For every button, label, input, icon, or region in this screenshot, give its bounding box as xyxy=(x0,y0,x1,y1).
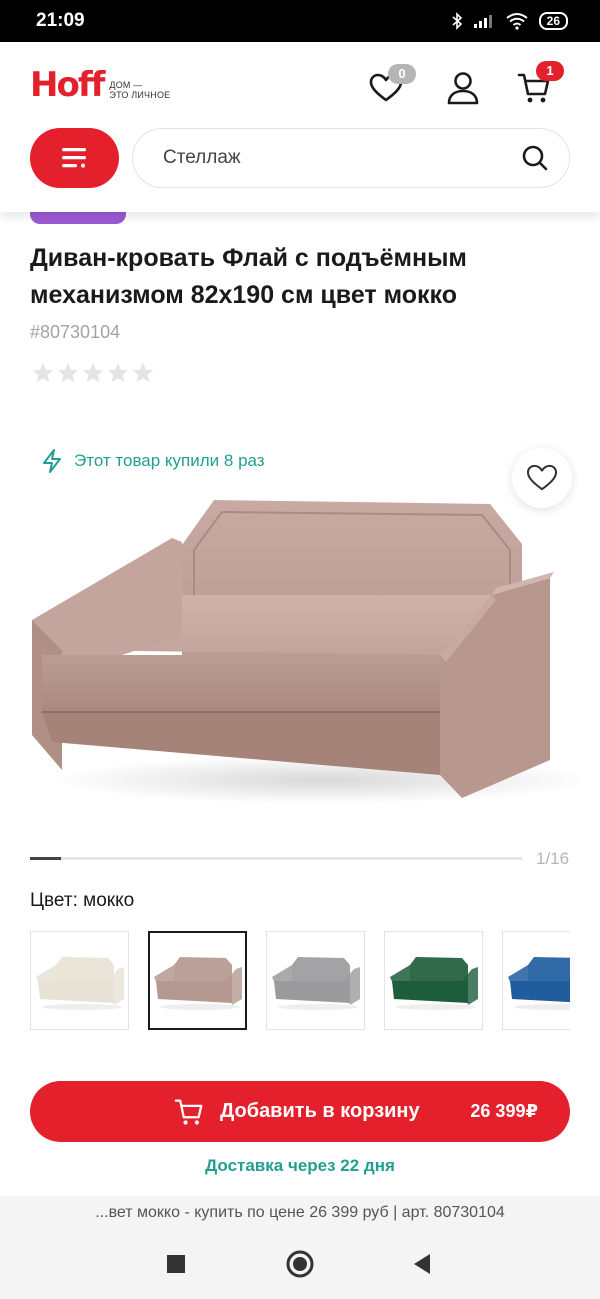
product-price: 26 399₽ xyxy=(470,1101,538,1121)
recents-button[interactable] xyxy=(166,1254,186,1274)
site-header: Hoff ДОМ — ЭТО ЛИЧНОЕ 0 1 xyxy=(0,42,600,128)
status-time: 21:09 xyxy=(36,10,85,31)
search-input[interactable]: Стеллаж xyxy=(132,128,570,188)
profile-button[interactable] xyxy=(441,66,485,110)
product-gallery[interactable]: Этот товар купили 8 раз xyxy=(0,420,600,840)
star-icon xyxy=(32,362,54,383)
favorites-badge: 0 xyxy=(388,64,416,84)
color-label: Цвет: xyxy=(30,890,78,911)
color-swatch-cream[interactable] xyxy=(30,931,129,1030)
bought-notice-text: Этот товар купили 8 раз xyxy=(74,451,265,470)
color-value: мокко xyxy=(83,890,135,911)
color-swatch-blue[interactable] xyxy=(502,931,570,1030)
gallery-progress-fill xyxy=(30,857,61,860)
add-to-cart-label: Добавить в корзину xyxy=(220,1100,420,1122)
logo-tagline-line-2: ЭТО ЛИЧНОЕ xyxy=(109,90,171,100)
favorites-button[interactable]: 0 xyxy=(364,64,416,110)
rating-stars[interactable] xyxy=(32,362,154,383)
color-swatches xyxy=(30,931,570,1031)
status-icons: 26 xyxy=(451,12,568,30)
page-title-bar: ...вет мокко - купить по цене 26 399 руб… xyxy=(0,1196,600,1230)
logo-tagline: ДОМ — ЭТО ЛИЧНОЕ xyxy=(109,80,170,100)
cart-badge: 1 xyxy=(536,61,564,81)
add-to-cart-button[interactable]: Добавить в корзину 26 399₽ xyxy=(30,1081,570,1142)
sofa-thumbnail-green xyxy=(389,956,478,1010)
color-swatch-gray[interactable] xyxy=(266,931,365,1030)
product-sku: #80730104 xyxy=(30,322,121,342)
gallery-progress xyxy=(30,857,522,860)
product-title: Диван-кровать Флай с подъёмным механизмо… xyxy=(30,244,467,309)
catalog-menu-button[interactable] xyxy=(30,128,119,188)
circle-icon xyxy=(286,1250,314,1278)
bought-notice: Этот товар купили 8 раз xyxy=(40,448,265,474)
back-button[interactable] xyxy=(412,1253,432,1275)
sofa-thumbnail-mocha xyxy=(153,956,242,1010)
user-icon xyxy=(447,72,479,105)
star-icon xyxy=(57,362,79,383)
bluetooth-icon xyxy=(452,12,462,30)
battery-indicator: 26 xyxy=(538,12,568,30)
system-nav-bar xyxy=(0,1230,600,1299)
home-button[interactable] xyxy=(285,1249,315,1279)
logo-wordmark: Hoff xyxy=(30,65,105,105)
gallery-counter: 1/16 xyxy=(536,849,570,868)
color-swatch-green[interactable] xyxy=(384,931,483,1030)
sofa-thumbnail-blue xyxy=(507,956,570,1010)
menu-icon xyxy=(61,148,86,168)
sofa-thumbnail-gray xyxy=(271,956,360,1010)
sofa-thumbnail-cream xyxy=(35,956,124,1010)
cart-button[interactable]: 1 xyxy=(512,61,564,110)
color-line: Цвет: мокко xyxy=(30,890,134,912)
wifi-icon xyxy=(506,13,528,30)
logo-tagline-line-1: ДОМ — xyxy=(109,80,143,90)
back-triangle-icon xyxy=(414,1254,430,1274)
square-icon xyxy=(167,1255,185,1273)
search-icon[interactable] xyxy=(521,144,549,172)
hoff-logo[interactable]: Hoff ДОМ — ЭТО ЛИЧНОЕ xyxy=(30,66,170,104)
signal-icon xyxy=(473,15,492,28)
screen: 21:09 26 Hoff ДОМ — ЭТО ЛИЧНОЕ 0 1 Стелл… xyxy=(0,0,600,1299)
search-input-value: Стеллаж xyxy=(163,147,241,168)
star-icon xyxy=(132,362,154,383)
lightning-icon xyxy=(43,449,61,473)
color-swatch-mocha[interactable] xyxy=(148,931,247,1030)
status-bar: 21:09 26 xyxy=(0,0,600,42)
star-icon xyxy=(82,362,104,383)
product-image-sofa xyxy=(32,500,582,804)
cart-icon xyxy=(174,1098,203,1125)
star-icon xyxy=(107,362,129,383)
search-row: Стеллаж xyxy=(0,128,600,212)
delivery-info[interactable]: Доставка через 22 дня xyxy=(0,1156,600,1176)
